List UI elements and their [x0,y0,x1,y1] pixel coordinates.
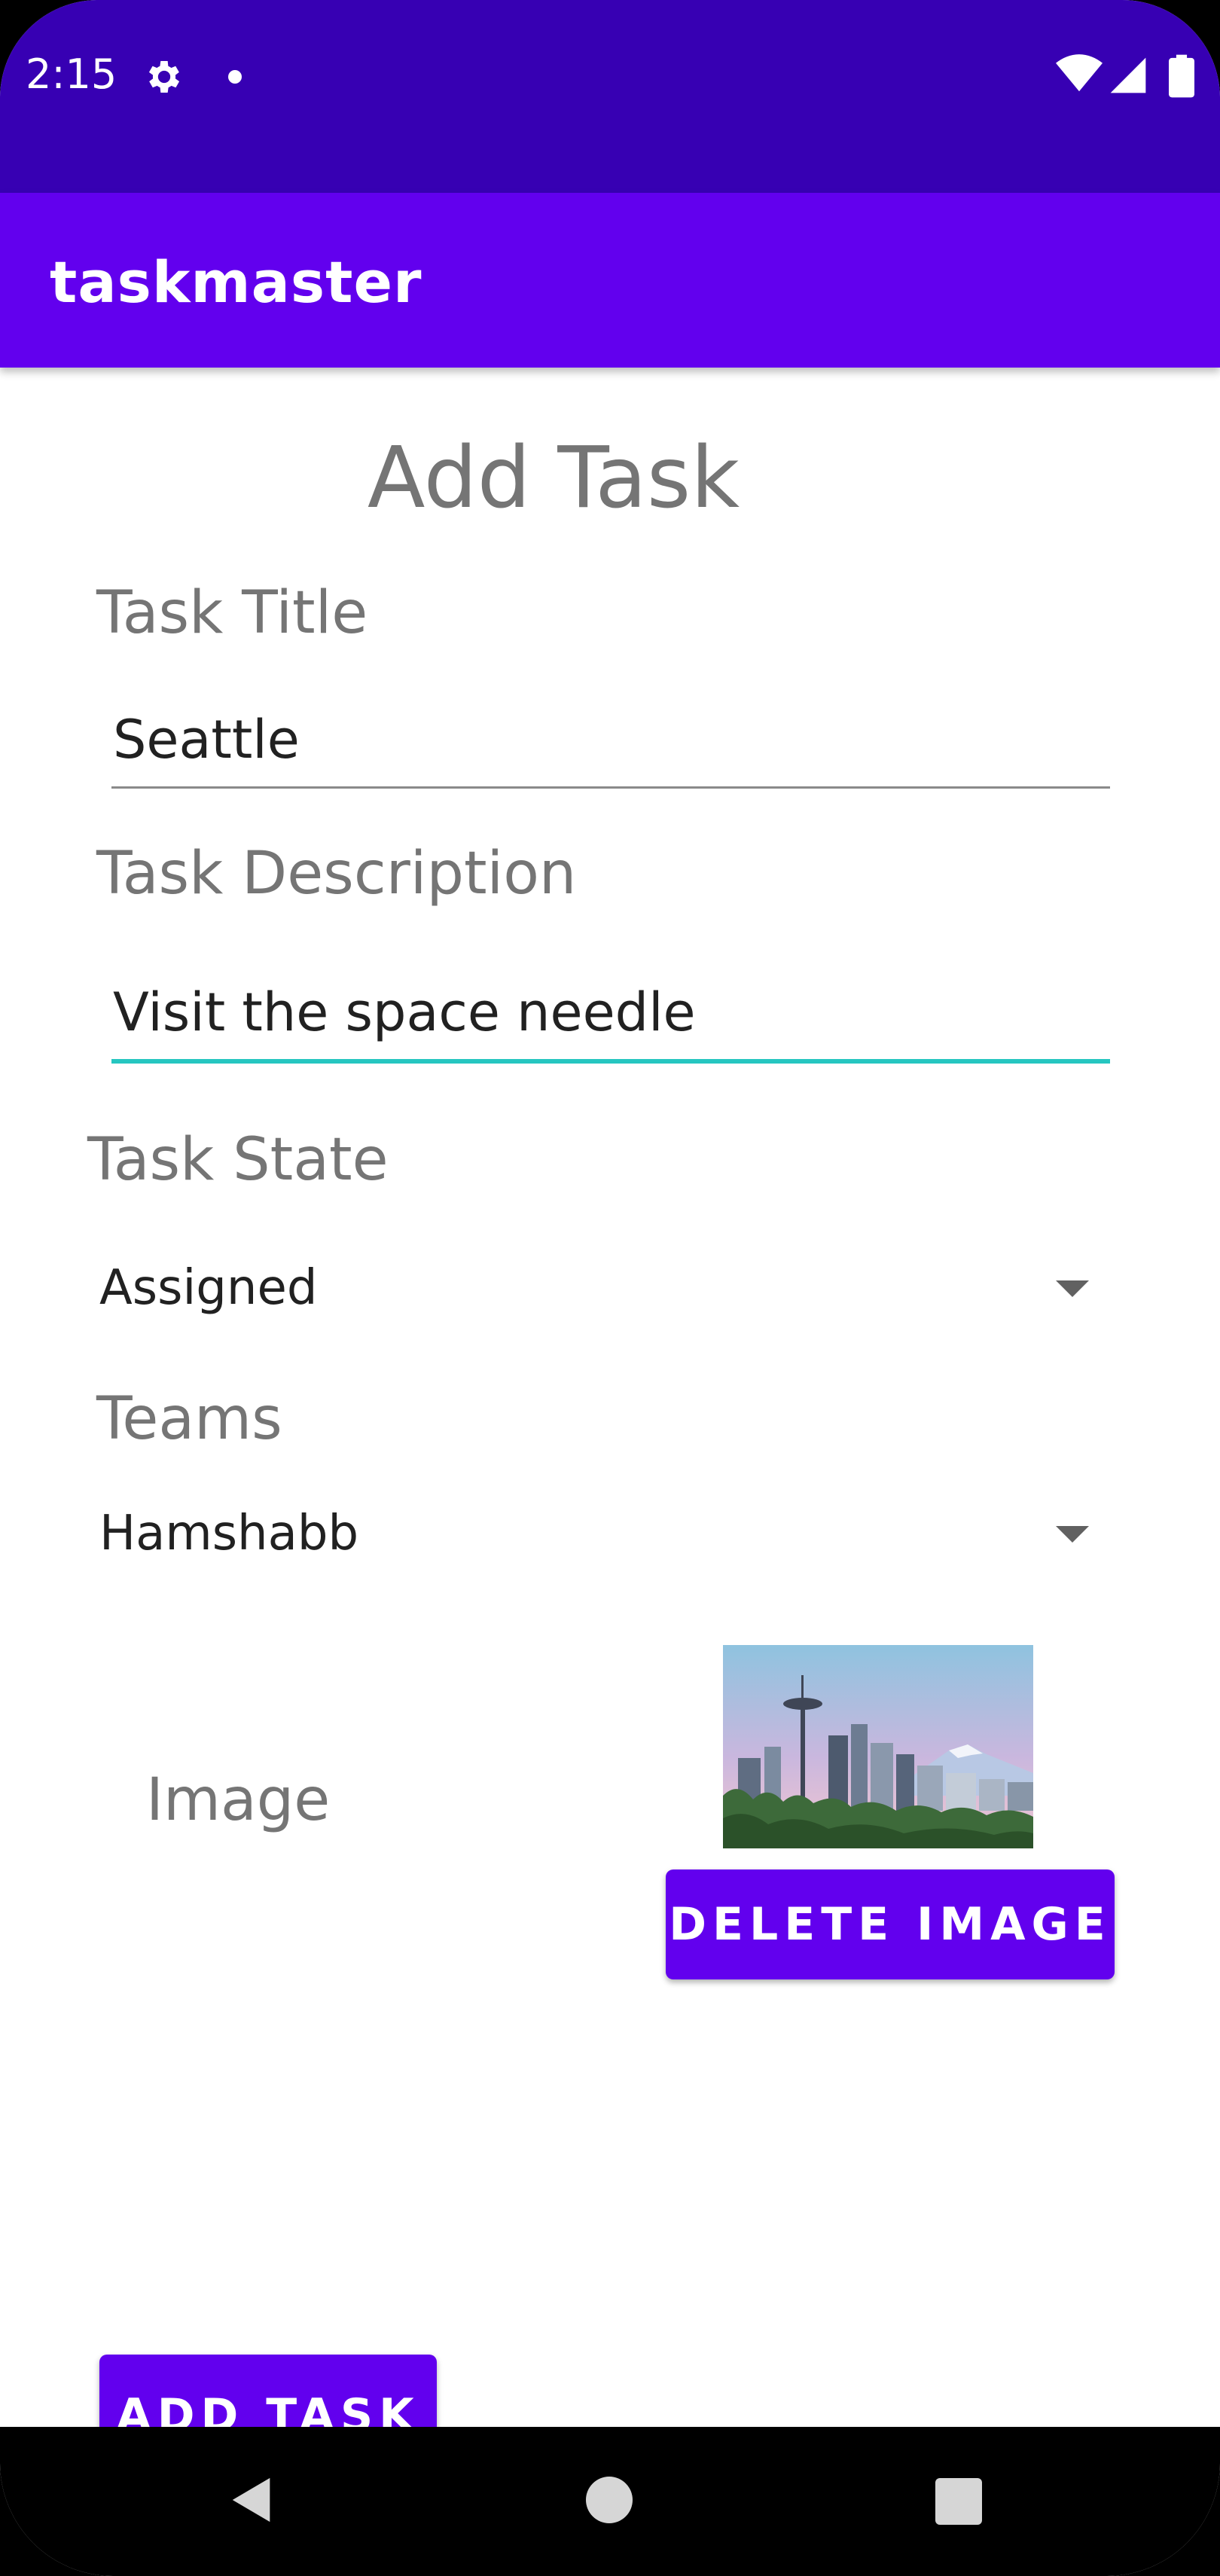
recents-icon[interactable] [935,2478,982,2525]
status-bar: 2:15 [0,0,1220,193]
settings-gear-icon [148,61,180,93]
teams-selected: Hamshabb [99,1506,359,1561]
notification-dot-icon [228,70,242,84]
dropdown-arrow-icon [1056,1280,1089,1297]
image-label: Image [146,1766,331,1834]
home-icon[interactable] [586,2477,633,2523]
teams-dropdown[interactable]: Hamshabb [84,1485,1116,1583]
delete-image-button[interactable]: DELETE IMAGE [666,1869,1115,1979]
device-screen: 2:15 taskmaster Add Task Task Title Task… [0,0,1220,2576]
page-title: Add Task [367,429,740,527]
task-title-label: Task Title [96,579,368,647]
status-time: 2:15 [26,50,117,98]
app-bar: taskmaster [0,193,1220,368]
task-state-label: Task State [87,1126,389,1194]
task-state-selected: Assigned [99,1260,318,1316]
teams-label: Teams [96,1385,282,1453]
task-description-label: Task Description [96,840,577,908]
task-image-preview [723,1645,1033,1848]
task-description-underline [111,1059,1110,1064]
task-state-dropdown[interactable]: Assigned [84,1240,1116,1338]
battery-icon [1169,54,1194,98]
task-description-input[interactable] [111,966,1110,1059]
task-title-underline [111,786,1110,789]
signal-icon [1110,57,1146,93]
dropdown-arrow-icon [1056,1526,1089,1543]
app-title: taskmaster [50,249,422,316]
back-icon[interactable] [226,2474,279,2526]
task-title-input[interactable] [111,693,1110,786]
wifi-icon [1056,54,1103,92]
